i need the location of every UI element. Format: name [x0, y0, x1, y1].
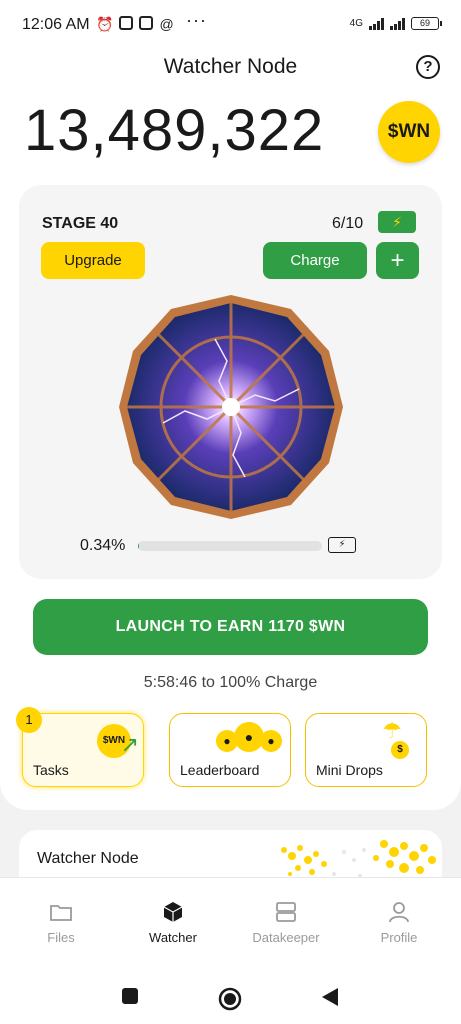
tasks-label: Tasks — [33, 762, 69, 778]
network-type: 4G — [349, 18, 363, 29]
mini-drops-tile[interactable]: ☂ $ Mini Drops — [305, 713, 427, 787]
threads-icon: @ — [159, 16, 174, 32]
linkedin-icon — [139, 16, 154, 30]
battery-charging-icon: ⚡ — [378, 211, 416, 233]
battery-status: 69 — [411, 17, 442, 30]
balance-value: 13,489,322 — [24, 98, 325, 163]
nav-profile-label: Profile — [380, 930, 418, 945]
person-icon — [389, 902, 409, 923]
wn-coin-icon: $WN — [378, 101, 440, 163]
progress-bar — [138, 541, 322, 551]
stage-label: STAGE 40 — [42, 215, 119, 232]
upgrade-button[interactable]: Upgrade — [41, 242, 145, 279]
back-icon[interactable] — [320, 987, 340, 1007]
charge-button[interactable]: Charge — [263, 242, 367, 279]
tasks-badge: 1 — [16, 707, 42, 733]
system-nav — [0, 967, 461, 1024]
nav-profile[interactable]: Profile — [349, 900, 449, 945]
status-app-icons: ⏰ @ — [96, 16, 174, 33]
watcher-node-orb[interactable] — [115, 291, 347, 523]
more-notifications-icon: ··· — [186, 10, 207, 30]
question-circle-icon[interactable]: ? — [416, 55, 440, 79]
progress-fill — [138, 541, 139, 551]
nav-files-label: Files — [47, 930, 75, 945]
nav-watcher[interactable]: Watcher — [123, 900, 223, 945]
launch-button[interactable]: LAUNCH TO EARN 1170 $WN — [33, 599, 428, 655]
stage-card: STAGE 40 6/10 ⚡ Upgrade Charge + 0.34% ⚡ — [19, 185, 442, 579]
nav-datakeeper[interactable]: Datakeeper — [236, 900, 336, 945]
leaderboard-tile[interactable]: ● ● ● Leaderboard — [169, 713, 291, 787]
folder-icon — [50, 905, 72, 921]
screen: 12:06 AM ⏰ @ ··· 4G 69 Watcher Node ? 13… — [0, 0, 461, 1024]
trend-up-arrow-icon: ↗ — [120, 732, 139, 757]
progress-percent: 0.34% — [80, 537, 126, 554]
bottom-nav: Files Watcher Datakeeper Profile — [0, 877, 461, 967]
server-icon — [276, 902, 296, 922]
page-title: Watcher Node — [163, 55, 298, 78]
coin-icon: $ — [391, 741, 409, 759]
charge-count: 6/10 — [332, 215, 364, 232]
home-icon[interactable] — [218, 987, 242, 1011]
battery-bolt-icon: ⚡ — [328, 537, 356, 553]
nav-datakeeper-label: Datakeeper — [252, 930, 320, 945]
mini-drops-label: Mini Drops — [316, 762, 383, 778]
signal-icon — [369, 17, 384, 30]
nav-watcher-label: Watcher — [149, 930, 197, 945]
instagram-icon — [119, 16, 134, 30]
wn-coin-label: $WN — [387, 121, 431, 142]
status-time: 12:06 AM — [22, 16, 90, 33]
charge-countdown: 5:58:46 to 100% Charge — [143, 674, 318, 691]
leaderboard-label: Leaderboard — [180, 762, 260, 778]
recent-apps-icon[interactable] — [121, 987, 139, 1005]
watcher-map-title: Watcher Node — [37, 850, 139, 867]
people-icon: ● ● ● — [216, 722, 282, 752]
alarm-icon: ⏰ — [96, 16, 114, 32]
tasks-tile[interactable]: 1 $WN ↗ Tasks — [16, 707, 144, 787]
cube-icon — [163, 902, 183, 922]
signal-icon-2 — [390, 17, 405, 30]
status-bar: 12:06 AM ⏰ @ ··· 4G 69 — [0, 0, 461, 50]
status-right: 4G 69 — [349, 17, 442, 30]
add-charge-button[interactable]: + — [376, 242, 419, 279]
nav-files[interactable]: Files — [11, 900, 111, 945]
